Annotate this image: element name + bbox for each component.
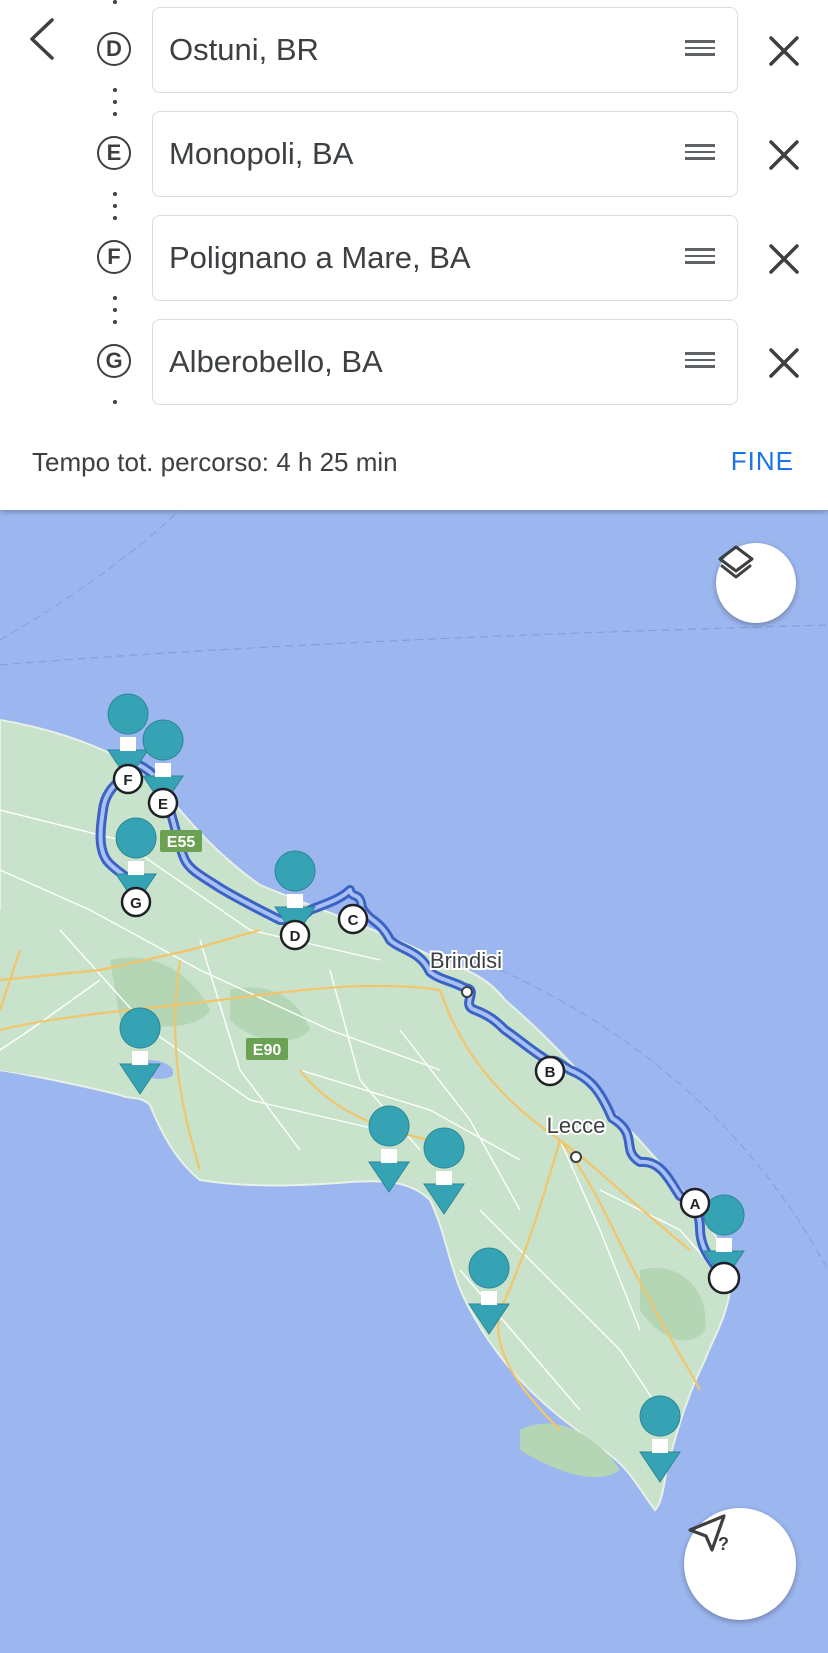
maritime-boundary: [0, 624, 828, 666]
city-label: Brindisi: [430, 948, 502, 973]
stop-input-field[interactable]: Polignano a Mare, BA: [152, 215, 738, 301]
stop-row-f: F Polignano a Mare, BA: [0, 215, 828, 303]
road-shield-e90: E90: [246, 1038, 288, 1060]
svg-text:C: C: [348, 912, 359, 929]
svg-text:?: ?: [718, 1534, 729, 1554]
stop-letter-badge: F: [97, 240, 131, 274]
stop-input-field[interactable]: Monopoli, BA: [152, 111, 738, 197]
route-marker-e[interactable]: E: [147, 787, 179, 819]
road-shield-e55: E55: [160, 830, 202, 852]
road-shield-label: E55: [167, 834, 196, 851]
land-apulia: [0, 718, 732, 1512]
stop-row-e: E Monopoli, BA: [0, 111, 828, 199]
route-marker-f[interactable]: F: [112, 763, 144, 795]
map-canvas[interactable]: E55 E90 Brindisi Lecce A B C D E F G: [0, 510, 828, 1653]
route-marker-g[interactable]: G: [120, 886, 152, 918]
drag-handle-icon[interactable]: [685, 248, 715, 268]
svg-text:G: G: [130, 895, 142, 912]
svg-text:B: B: [545, 1064, 556, 1081]
remove-stop-button[interactable]: [762, 135, 806, 175]
maritime-boundary: [0, 510, 181, 641]
drag-handle-icon[interactable]: [685, 40, 715, 60]
stop-place-text: Monopoli, BA: [169, 136, 354, 171]
stop-input-field[interactable]: Ostuni, BR: [152, 7, 738, 93]
stop-letter-badge: G: [97, 344, 131, 378]
stop-row-d: D Ostuni, BR: [0, 7, 828, 95]
city-label: Lecce: [547, 1113, 606, 1138]
stop-row-g: G Alberobello, BA: [0, 319, 828, 407]
map-view[interactable]: E55 E90 Brindisi Lecce A B C D E F G ?: [0, 510, 828, 1653]
map-layers-button[interactable]: [716, 543, 796, 623]
svg-text:D: D: [290, 928, 301, 945]
navigate-help-icon: ?: [688, 1514, 729, 1554]
route-marker-d[interactable]: D: [279, 919, 311, 951]
svg-text:F: F: [123, 772, 132, 789]
stop-place-text: Polignano a Mare, BA: [169, 240, 471, 275]
route-marker-b[interactable]: B: [534, 1055, 566, 1087]
close-icon: [769, 140, 799, 170]
road-shield-label: E90: [253, 1042, 282, 1059]
stop-input-field[interactable]: Alberobello, BA: [152, 319, 738, 405]
close-icon: [769, 348, 799, 378]
svg-text:A: A: [690, 1196, 701, 1213]
navigate-button[interactable]: ?: [684, 1508, 796, 1620]
close-icon: [769, 36, 799, 66]
drag-handle-icon[interactable]: [685, 352, 715, 372]
svg-text:E: E: [158, 796, 168, 813]
route-marker-c[interactable]: C: [337, 903, 369, 935]
stop-letter-badge: E: [97, 136, 131, 170]
city-dot: [570, 1151, 582, 1163]
directions-panel: D Ostuni, BR E Monopoli, BA F Polignano …: [0, 0, 828, 510]
route-start-marker[interactable]: [707, 1261, 741, 1295]
remove-stop-button[interactable]: [762, 343, 806, 383]
total-travel-time: Tempo tot. percorso: 4 h 25 min: [32, 447, 398, 477]
stop-place-text: Alberobello, BA: [169, 344, 383, 379]
close-icon: [769, 244, 799, 274]
stop-place-text: Ostuni, BR: [169, 32, 319, 67]
layers-icon: [718, 545, 754, 579]
route-marker-a[interactable]: A: [679, 1187, 711, 1219]
done-button[interactable]: FINE: [731, 446, 794, 477]
stop-letter-badge: D: [97, 32, 131, 66]
remove-stop-button[interactable]: [762, 239, 806, 279]
city-dot: [461, 986, 473, 998]
drag-handle-icon[interactable]: [685, 144, 715, 164]
remove-stop-button[interactable]: [762, 31, 806, 71]
